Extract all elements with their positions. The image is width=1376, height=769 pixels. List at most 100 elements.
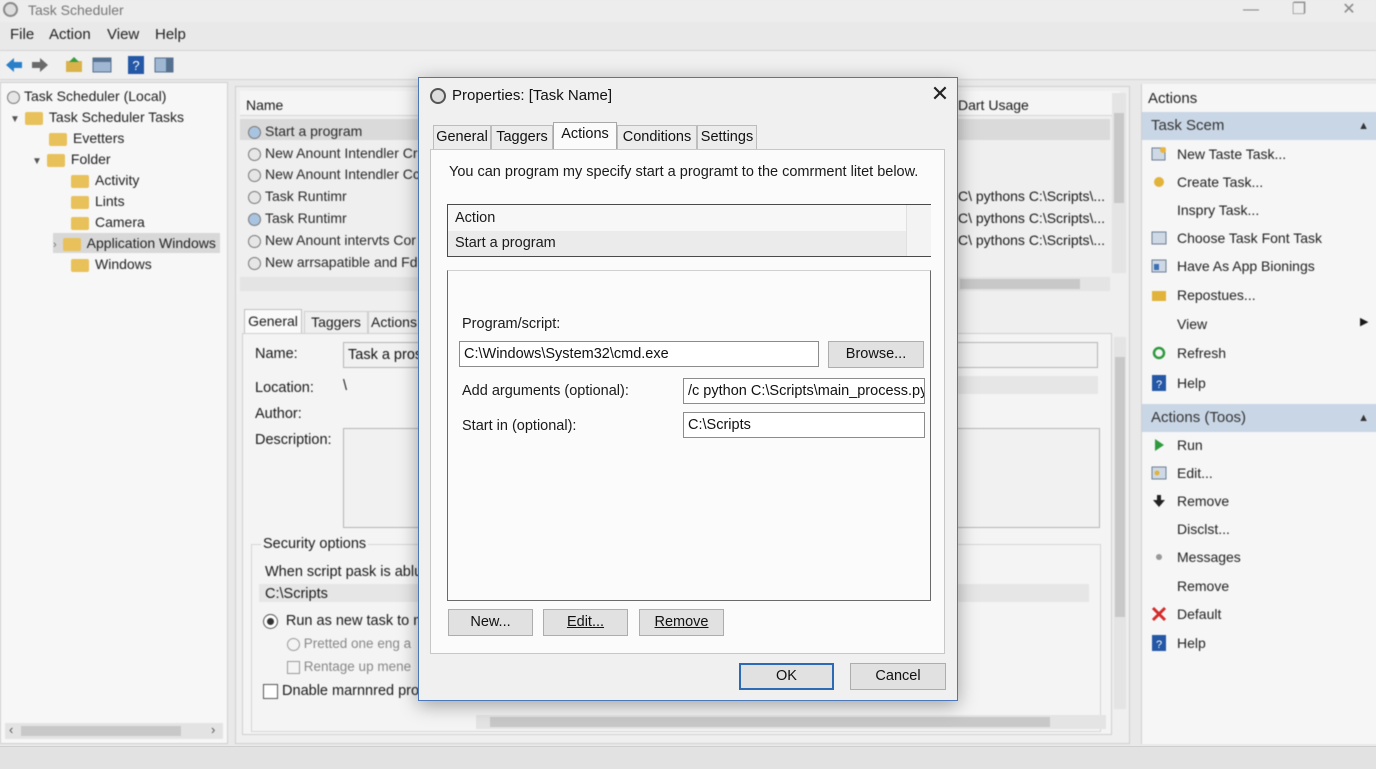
- tree-item-activity[interactable]: Activity: [71, 172, 139, 188]
- collapse-icon[interactable]: ▲: [1358, 112, 1369, 140]
- toolbar: ?: [0, 50, 1376, 80]
- task-clock-icon: [248, 168, 261, 182]
- scroll-right-icon[interactable]: ›: [211, 722, 215, 737]
- collapse-chevron-icon[interactable]: ›: [53, 239, 57, 251]
- actions-list-row[interactable]: Start a program: [448, 231, 906, 256]
- expand-chevron-icon[interactable]: ▼: [32, 156, 42, 167]
- back-arrow-icon[interactable]: [4, 55, 24, 75]
- action-remove-2[interactable]: Remove: [1177, 578, 1229, 594]
- program-script-field[interactable]: C:\Windows\System32\cmd.exe: [459, 341, 819, 367]
- tree-item-evetters[interactable]: Evetters: [49, 130, 124, 146]
- menu-help[interactable]: Help: [155, 26, 186, 43]
- action-create-task[interactable]: Create Task...: [1177, 174, 1263, 190]
- edit-action-button[interactable]: Edit...: [543, 609, 628, 636]
- actions-list-scrollbar[interactable]: [906, 205, 931, 256]
- tab-taggers[interactable]: Taggers: [491, 125, 553, 149]
- table-row[interactable]: New Anount Intendler Cr: [248, 145, 418, 161]
- detail-tab-general[interactable]: General: [244, 309, 302, 334]
- table-row[interactable]: New arrsapatible and Fd: [248, 254, 418, 270]
- actions-list-header[interactable]: Action: [448, 205, 906, 231]
- run-option-radio[interactable]: Run as new task to m: [263, 612, 425, 629]
- tree-scroll-thumb[interactable]: [21, 726, 181, 736]
- actions-intro-text: You can program my specify start a progr…: [449, 164, 919, 180]
- tree-item-windows[interactable]: Windows: [71, 256, 152, 272]
- detail-tab-taggers[interactable]: Taggers: [304, 311, 368, 334]
- tab-general[interactable]: General: [433, 125, 491, 149]
- program-script-label: Program/script:: [462, 316, 561, 332]
- actions-section-task[interactable]: Task Scem ▲: [1142, 112, 1376, 140]
- action-default[interactable]: Default: [1177, 606, 1221, 622]
- column-last-usage[interactable]: Dart Usage: [958, 97, 1029, 113]
- up-folder-icon[interactable]: [64, 55, 84, 75]
- security-path: C:\Scripts: [265, 586, 328, 602]
- task-clock-icon: [248, 256, 261, 270]
- menu-action[interactable]: Action: [49, 26, 91, 43]
- folder-icon: [71, 216, 89, 230]
- table-row[interactable]: New Anount intervts Cor: [248, 232, 416, 248]
- start-in-field[interactable]: C:\Scripts: [683, 412, 925, 438]
- help-icon[interactable]: ?: [126, 55, 146, 75]
- row-action-text: C\ pythons C:\Scripts\...: [958, 210, 1106, 226]
- tree-root[interactable]: Task Scheduler (Local): [7, 88, 166, 104]
- sub-option-1-radio[interactable]: Pretted one eng a: [287, 636, 411, 651]
- cancel-button[interactable]: Cancel: [850, 663, 946, 690]
- table-row[interactable]: New Anount Intendler Cc: [248, 166, 420, 182]
- task-clock-icon: [248, 212, 261, 226]
- svg-text:?: ?: [132, 58, 139, 73]
- choose-task-icon: [1151, 231, 1167, 245]
- action-new-task[interactable]: New Taste Task...: [1177, 146, 1286, 162]
- maximize-button[interactable]: ❐: [1276, 0, 1322, 22]
- tab-conditions[interactable]: Conditions: [617, 125, 697, 149]
- action-inspry-task[interactable]: Inspry Task...: [1177, 202, 1259, 218]
- menu-bar: File Action View Help: [0, 24, 1376, 46]
- expand-chevron-icon[interactable]: ▼: [10, 114, 20, 125]
- enable-option-checkbox[interactable]: Dnable marnnred pro: [263, 683, 419, 699]
- action-disclst[interactable]: Disclst...: [1177, 521, 1230, 537]
- action-have-as-app[interactable]: Have As App Bionings: [1177, 258, 1315, 274]
- collapse-icon[interactable]: ▲: [1358, 404, 1369, 432]
- menu-file[interactable]: File: [10, 26, 34, 43]
- action-remove[interactable]: Remove: [1177, 493, 1229, 509]
- scroll-left-icon[interactable]: ‹: [9, 722, 13, 737]
- ok-button[interactable]: OK: [739, 663, 834, 690]
- action-choose-task-font[interactable]: Choose Task Font Task: [1177, 230, 1322, 246]
- tree-item-folder[interactable]: ▼ Folder: [32, 151, 111, 167]
- detail-vertical-scrollbar[interactable]: [1114, 337, 1126, 709]
- sub-option-2-checkbox[interactable]: Rentage up mene: [287, 659, 411, 674]
- table-row[interactable]: Task Runtimr: [248, 210, 347, 226]
- actions-section-toos[interactable]: Actions (Toos) ▲: [1142, 404, 1376, 432]
- list-vertical-scrollbar[interactable]: [1112, 93, 1126, 273]
- show-action-pane-icon[interactable]: [154, 55, 174, 75]
- tab-settings[interactable]: Settings: [697, 125, 757, 149]
- tab-actions[interactable]: Actions: [553, 122, 617, 150]
- tree-item-lints[interactable]: Lints: [71, 193, 125, 209]
- tree-item-application-windows[interactable]: › Application Windows: [53, 233, 220, 253]
- minimize-button[interactable]: —: [1228, 0, 1274, 22]
- forward-arrow-icon[interactable]: [30, 55, 50, 75]
- table-row[interactable]: Task Runtimr: [248, 188, 347, 204]
- remove-action-button[interactable]: Remove: [639, 609, 724, 636]
- browse-button[interactable]: Browse...: [828, 341, 924, 368]
- menu-view[interactable]: View: [107, 26, 139, 43]
- new-action-button[interactable]: New...: [448, 609, 533, 636]
- action-view[interactable]: View: [1177, 316, 1207, 332]
- close-window-button[interactable]: ✕: [1326, 0, 1372, 22]
- tree-library[interactable]: ▼ Task Scheduler Tasks: [10, 109, 184, 125]
- tree-item-camera[interactable]: Camera: [71, 214, 145, 230]
- action-repostues[interactable]: Repostues...: [1177, 287, 1256, 303]
- action-refresh[interactable]: Refresh: [1177, 345, 1226, 361]
- action-messages[interactable]: Messages: [1177, 549, 1241, 565]
- folder-icon: [46, 153, 65, 167]
- detail-horizontal-scrollbar[interactable]: [476, 715, 1106, 729]
- action-help-2[interactable]: Help: [1177, 635, 1206, 651]
- column-name[interactable]: Name: [246, 97, 283, 113]
- detail-tab-actions[interactable]: Actions: [368, 311, 420, 334]
- table-row[interactable]: Start a program: [248, 123, 362, 139]
- show-hide-console-icon[interactable]: [92, 55, 112, 75]
- action-edit[interactable]: Edit...: [1177, 465, 1213, 481]
- add-arguments-field[interactable]: /c python C:\Scripts\main_process.py: [683, 378, 925, 404]
- dialog-close-button[interactable]: ✕: [927, 82, 953, 108]
- action-help[interactable]: Help: [1177, 375, 1206, 391]
- action-run[interactable]: Run: [1177, 437, 1203, 453]
- task-scheduler-app-icon: [3, 2, 18, 17]
